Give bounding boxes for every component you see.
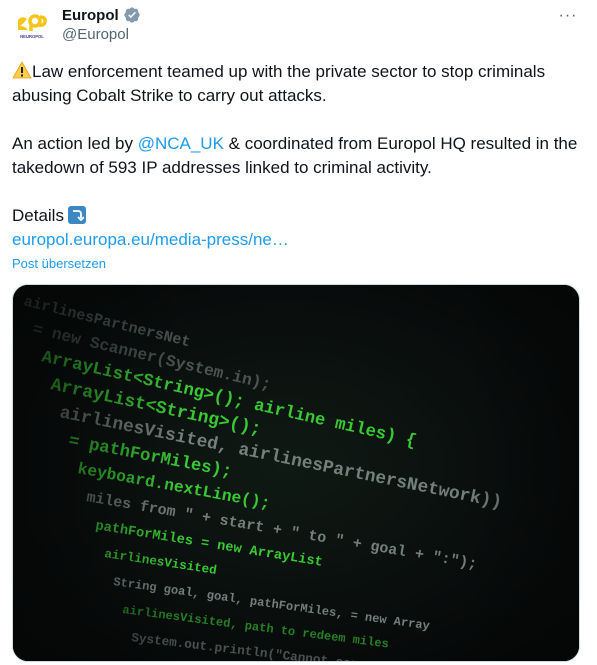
- author-display-name[interactable]: Europol: [62, 7, 119, 24]
- europol-logo-icon: NEUROPOL: [18, 14, 47, 39]
- author-name-row: Europol: [62, 6, 141, 24]
- right-arrow-curving-down-icon: [67, 206, 86, 224]
- tweet-image[interactable]: airlinesPartnersNet= new Scanner(System.…: [12, 284, 580, 662]
- tweet-text: Law enforcement teamed up with the priva…: [12, 60, 583, 252]
- avatar[interactable]: NEUROPOL: [12, 8, 52, 48]
- more-options-button[interactable]: ···: [551, 2, 585, 30]
- tweet-line-1: Law enforcement teamed up with the priva…: [12, 62, 546, 105]
- mention-link[interactable]: @NCA_UK: [138, 134, 224, 153]
- tweet-paragraph-4: europol.europa.eu/media-press/ne…: [12, 228, 583, 252]
- more-dots-icon: ···: [558, 7, 578, 24]
- details-link[interactable]: europol.europa.eu/media-press/ne…: [12, 230, 289, 249]
- tweet-paragraph-3: Details: [12, 204, 583, 228]
- verified-badge-icon[interactable]: [123, 6, 141, 24]
- code-screen-image: airlinesPartnersNet= new Scanner(System.…: [13, 285, 579, 661]
- tweet-paragraph-1: Law enforcement teamed up with the priva…: [12, 60, 583, 108]
- author-handle[interactable]: @Europol: [62, 26, 129, 43]
- tweet-paragraph-2: An action led by @NCA_UK & coordinated f…: [12, 132, 583, 180]
- translate-post-button[interactable]: Post übersetzen: [12, 256, 106, 271]
- logo-wordmark: NEUROPOL: [20, 34, 44, 39]
- tweet-p2-pre: An action led by: [12, 134, 138, 153]
- warning-icon: [12, 61, 32, 79]
- details-label: Details: [12, 206, 64, 225]
